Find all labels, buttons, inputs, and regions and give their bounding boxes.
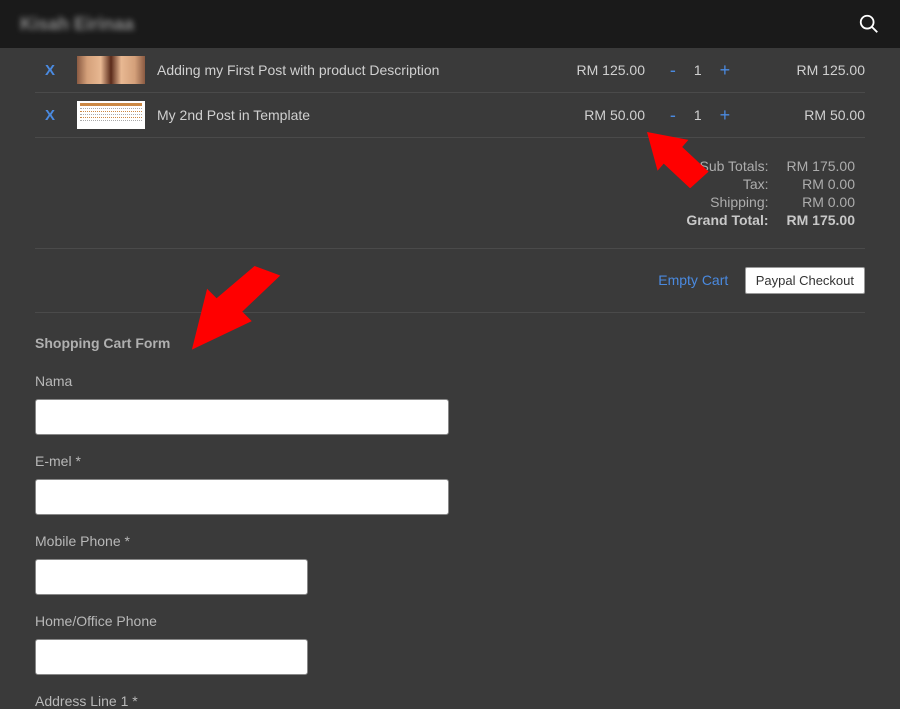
tax-value: RM 0.00 [779, 176, 863, 192]
qty-minus-button[interactable]: - [670, 60, 676, 81]
form-field-nama: Nama [35, 373, 865, 435]
remove-item-button[interactable]: X [35, 62, 65, 79]
shipping-row: Shipping: RM 0.00 [678, 194, 863, 210]
shipping-label: Shipping: [678, 194, 776, 210]
subtotal-row: Sub Totals: RM 175.00 [678, 158, 863, 174]
qty-plus-button[interactable]: + [720, 60, 731, 81]
item-thumbnail [77, 56, 145, 84]
item-price: RM 125.00 [555, 62, 645, 78]
qty-plus-button[interactable]: + [720, 105, 731, 126]
quantity-group: - 1 + [645, 60, 755, 81]
item-name: My 2nd Post in Template [157, 107, 555, 123]
subtotal-value: RM 175.00 [779, 158, 863, 174]
main-content: X Adding my First Post with product Desc… [0, 48, 900, 709]
form-section: Shopping Cart Form Nama E-mel * Mobile P… [35, 335, 865, 709]
field-label-nama: Nama [35, 373, 865, 389]
item-name: Adding my First Post with product Descri… [157, 62, 555, 78]
form-field-home-phone: Home/Office Phone [35, 613, 865, 675]
empty-cart-link[interactable]: Empty Cart [658, 272, 728, 288]
line-total: RM 50.00 [755, 107, 865, 123]
tax-row: Tax: RM 0.00 [678, 176, 863, 192]
nama-input[interactable] [35, 399, 449, 435]
remove-item-button[interactable]: X [35, 107, 65, 124]
field-label-email: E-mel * [35, 453, 865, 469]
field-label-home-phone: Home/Office Phone [35, 613, 865, 629]
qty-minus-button[interactable]: - [670, 105, 676, 126]
item-price: RM 50.00 [555, 107, 645, 123]
cart-row: X My 2nd Post in Template RM 50.00 - 1 +… [35, 93, 865, 138]
email-input[interactable] [35, 479, 449, 515]
site-title: Kisah Eirinaa [20, 14, 134, 35]
paypal-checkout-button[interactable]: Paypal Checkout [745, 267, 865, 294]
home-phone-input[interactable] [35, 639, 308, 675]
form-title: Shopping Cart Form [35, 335, 865, 351]
field-label-address: Address Line 1 * [35, 693, 865, 709]
tax-label: Tax: [678, 176, 776, 192]
cart-actions: Empty Cart Paypal Checkout [35, 249, 865, 313]
qty-value: 1 [694, 62, 702, 78]
grand-total-label: Grand Total: [678, 212, 776, 228]
search-icon[interactable] [858, 13, 880, 35]
mobile-input[interactable] [35, 559, 308, 595]
form-field-email: E-mel * [35, 453, 865, 515]
field-label-mobile: Mobile Phone * [35, 533, 865, 549]
line-total: RM 125.00 [755, 62, 865, 78]
totals-table: Sub Totals: RM 175.00 Tax: RM 0.00 Shipp… [676, 156, 865, 230]
form-field-address: Address Line 1 * [35, 693, 865, 709]
item-thumbnail [77, 101, 145, 129]
grand-total-row: Grand Total: RM 175.00 [678, 212, 863, 228]
qty-value: 1 [694, 107, 702, 123]
subtotal-label: Sub Totals: [678, 158, 776, 174]
shipping-value: RM 0.00 [779, 194, 863, 210]
quantity-group: - 1 + [645, 105, 755, 126]
grand-total-value: RM 175.00 [779, 212, 863, 228]
form-field-mobile: Mobile Phone * [35, 533, 865, 595]
cart-row: X Adding my First Post with product Desc… [35, 48, 865, 93]
header: Kisah Eirinaa [0, 0, 900, 48]
totals-block: Sub Totals: RM 175.00 Tax: RM 0.00 Shipp… [35, 138, 865, 249]
